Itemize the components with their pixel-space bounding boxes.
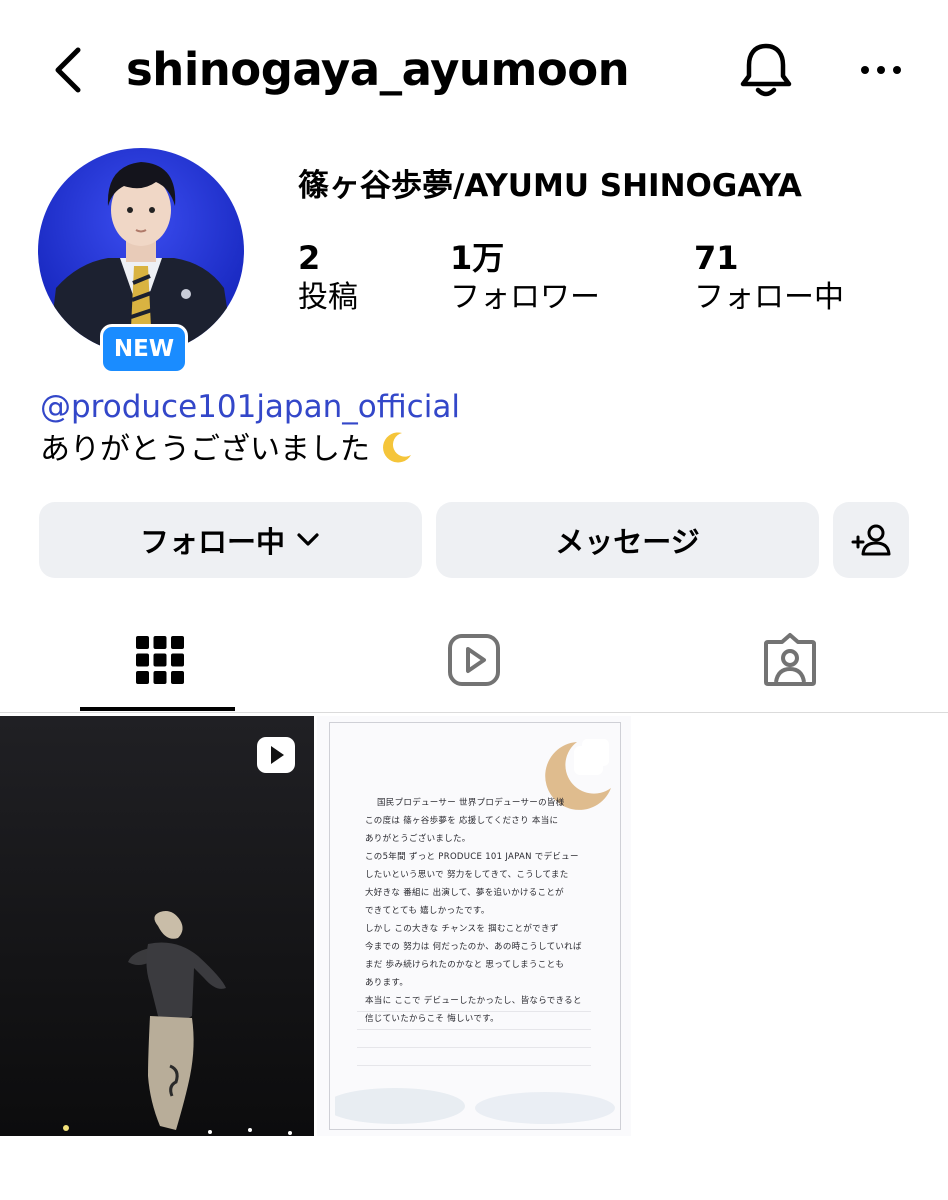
crescent-moon-icon [382,432,411,463]
tab-reels[interactable] [446,632,502,688]
carousel-icon [574,739,609,775]
letter-line-13: 信じていたからこそ 悔しいです。 [365,1014,499,1024]
letter-line-1: 国民プロデューサー 世界プロデューサーの皆様 [377,798,565,808]
letter-line-6: 大好きな 番組に 出演して、夢を追いかけることが [365,888,564,898]
letter-line-2: この度は 篠ヶ谷歩夢を 応援してくださり 本当に [365,816,559,826]
more-options-button[interactable] [858,52,904,88]
letter-line-8: しかし この大きな チャンスを 掴むことができず [365,924,559,934]
tagged-icon [764,633,816,686]
message-button[interactable]: メッセージ [436,502,819,578]
new-badge: NEW [100,324,188,374]
profile-full-name: 篠ヶ谷歩夢/AYUMU SHINOGAYA [298,168,802,204]
letter-line-12: 本当に ここで デビューしたかったし、皆ならできると [365,996,582,1006]
tab-posts-grid[interactable] [132,632,188,688]
profile-username: shinogaya_ayumoon [126,43,630,96]
grid-icon [136,636,184,684]
following-button[interactable]: フォロー中 [39,502,422,578]
message-button-label: メッセージ [555,525,700,559]
letter-line-4: この5年間 ずっと PRODUCE 101 JAPAN でデビュー [365,852,579,862]
letter-line-7: できてとても 嬉しかったです。 [365,906,490,916]
suggest-users-button[interactable] [833,502,909,578]
bio-mention-link[interactable]: @produce101japan_official [40,385,460,429]
post-thumbnail-letter[interactable]: 国民プロデューサー 世界プロデューサーの皆様 この度は 篠ヶ谷歩夢を 応援してく… [317,716,631,1136]
stat-followers[interactable]: 1万 フォロワー [450,238,600,318]
add-person-icon [851,524,891,556]
stat-following-label: フォロー中 [694,280,844,315]
active-tab-indicator [80,707,235,711]
stat-followers-label: フォロワー [450,280,600,315]
watercolor-cloud-decoration [335,1088,615,1124]
stat-posts-count: 2 [298,239,321,277]
chevron-left-icon [55,47,81,93]
following-button-label: フォロー中 [139,525,285,559]
letter-line-3: ありがとうございました。 [365,834,471,844]
stat-following-count: 71 [694,239,739,277]
post-thumbnail-reel[interactable] [0,716,314,1136]
letter-line-9: 今までの 努力は 何だったのか、あの時こうしていれば [365,942,582,952]
reels-icon [448,634,500,686]
tab-tagged[interactable] [762,632,818,688]
reel-play-icon [257,737,295,773]
stat-posts[interactable]: 2 投稿 [298,238,358,318]
bio-text: ありがとうございました [40,432,370,467]
bell-icon [740,43,792,97]
bio-text-row: ありがとうございました [40,428,414,472]
stat-followers-count: 1万 [450,239,505,277]
back-button[interactable] [42,42,92,98]
more-dots-icon [861,66,901,74]
reel-thumbnail-image [0,716,314,1136]
stat-posts-label: 投稿 [298,280,358,315]
letter-line-10: まだ 歩み続けられたのかなと 思ってしまうことも [365,960,565,970]
chevron-down-icon [297,533,319,546]
notifications-button[interactable] [738,40,794,100]
letter-line-5: したいという思いで 努力をしてきて、こうしてまた [365,870,569,880]
stat-following[interactable]: 71 フォロー中 [694,238,844,318]
tabs-divider [0,712,948,713]
letter-line-11: あります。 [365,978,409,988]
